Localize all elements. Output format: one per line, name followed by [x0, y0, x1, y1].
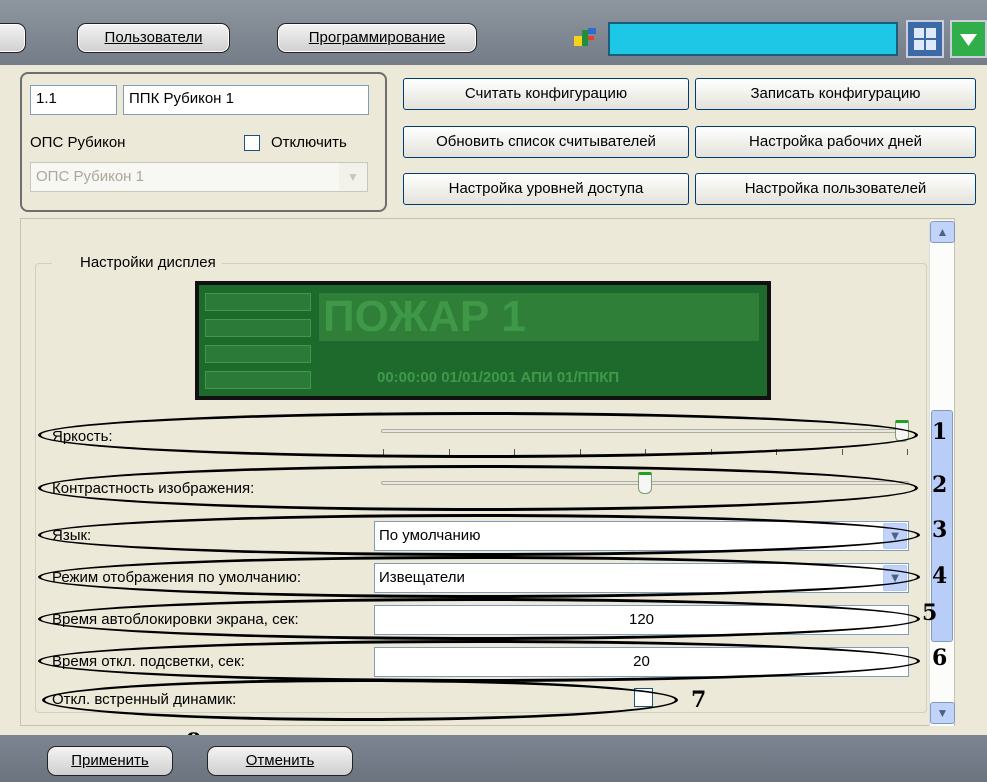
write-config-button[interactable]: Записать конфигурацию	[695, 78, 976, 110]
programming-button-label: Программирование	[308, 29, 446, 46]
layout-grid-button[interactable]	[906, 20, 944, 58]
slider-tick	[383, 449, 384, 455]
access-levels-button[interactable]: Настройка уровней доступа	[403, 173, 689, 205]
speaker-checkbox[interactable]	[634, 688, 653, 707]
dropdown-button[interactable]	[950, 20, 987, 58]
language-select-value: По умолчанию	[379, 527, 481, 544]
top-toolbar: Пользователи Программирование	[0, 0, 987, 65]
callout-number: 7	[691, 687, 707, 713]
backlight-input[interactable]: 20	[374, 647, 909, 677]
slider-tick	[645, 449, 646, 455]
lcd-preview: ПОЖАР 1 00:00:00 01/01/2001 АПИ 01/ППКП	[195, 281, 771, 400]
parent-select[interactable]: ОПС Рубикон 1 ▼	[30, 162, 368, 192]
users-button[interactable]: Пользователи	[77, 23, 230, 53]
slider-tick	[514, 449, 515, 455]
status-bar	[608, 22, 898, 56]
language-label: Язык:	[52, 527, 92, 544]
chevron-down-icon	[960, 34, 977, 46]
cancel-button-label: Отменить	[245, 752, 315, 769]
brightness-label: Яркость:	[52, 428, 113, 445]
apply-button[interactable]: Применить	[47, 746, 173, 776]
workdays-button[interactable]: Настройка рабочих дней	[695, 126, 976, 158]
disable-checkbox[interactable]	[244, 135, 260, 151]
display-mode-select[interactable]: Извещатели ▼	[374, 563, 909, 593]
disable-label: Отключить	[271, 134, 347, 151]
scroll-down-button[interactable]: ▼	[930, 702, 955, 724]
chevron-down-icon: ▼	[339, 163, 367, 191]
contrast-label: Контрастность изображения:	[52, 480, 255, 497]
display-settings-title: Настройки дисплея	[52, 254, 222, 271]
slider-tick	[907, 449, 908, 455]
slider-tick	[841, 449, 843, 455]
lcd-bar	[205, 371, 311, 389]
callout-number: 4	[932, 563, 948, 589]
language-select[interactable]: По умолчанию ▼	[374, 521, 909, 551]
callout-number: 5	[922, 600, 938, 626]
read-config-button[interactable]: Считать конфигурацию	[403, 78, 689, 110]
contrast-slider-thumb[interactable]	[638, 472, 652, 494]
display-mode-label: Режим отображения по умолчанию:	[52, 569, 302, 586]
autolock-input[interactable]: 120	[374, 605, 909, 635]
chevron-down-icon: ▼	[883, 523, 907, 549]
programming-button[interactable]: Программирование	[277, 23, 477, 53]
lcd-bar	[205, 293, 311, 311]
parent-select-value: ОПС Рубикон 1	[36, 168, 144, 185]
callout-number: 3	[932, 517, 948, 543]
apply-button-label: Применить	[71, 752, 149, 769]
slider-tick	[448, 449, 450, 455]
slider-tick	[776, 449, 777, 455]
cancel-button[interactable]: Отменить	[207, 746, 353, 776]
callout-number: 1	[932, 419, 948, 445]
grid-icon	[914, 28, 936, 50]
users-settings-button[interactable]: Настройка пользователей	[695, 173, 976, 205]
scroll-up-button[interactable]: ▲	[930, 221, 955, 243]
device-type-label: ОПС Рубикон	[30, 134, 126, 151]
callout-number: 6	[932, 645, 948, 671]
toolbar-tab-partial[interactable]	[0, 23, 26, 53]
backlight-label: Время откл. подсветки, сек:	[52, 653, 245, 670]
slider-tick	[710, 449, 712, 455]
users-button-label: Пользователи	[104, 29, 203, 46]
chevron-down-icon: ▼	[883, 565, 907, 591]
lcd-bar	[205, 319, 311, 337]
autolock-label: Время автоблокировки экрана, сек:	[52, 611, 299, 628]
lcd-bar	[205, 345, 311, 363]
update-readers-button[interactable]: Обновить список считывателей	[403, 126, 689, 158]
device-name-field[interactable]: ППК Рубикон 1	[123, 85, 369, 115]
app-logo-icon	[574, 28, 596, 46]
callout-number: 2	[932, 472, 948, 498]
display-mode-select-value: Извещатели	[379, 569, 465, 586]
speaker-label: Откл. встренный динамик:	[52, 691, 237, 708]
lcd-title: ПОЖАР 1	[319, 293, 759, 341]
slider-tick	[579, 449, 581, 455]
lcd-status: 00:00:00 01/01/2001 АПИ 01/ППКП	[377, 369, 620, 386]
brightness-slider-thumb[interactable]	[895, 420, 909, 442]
device-address-field[interactable]: 1.1	[30, 85, 117, 115]
brightness-track	[381, 429, 909, 433]
